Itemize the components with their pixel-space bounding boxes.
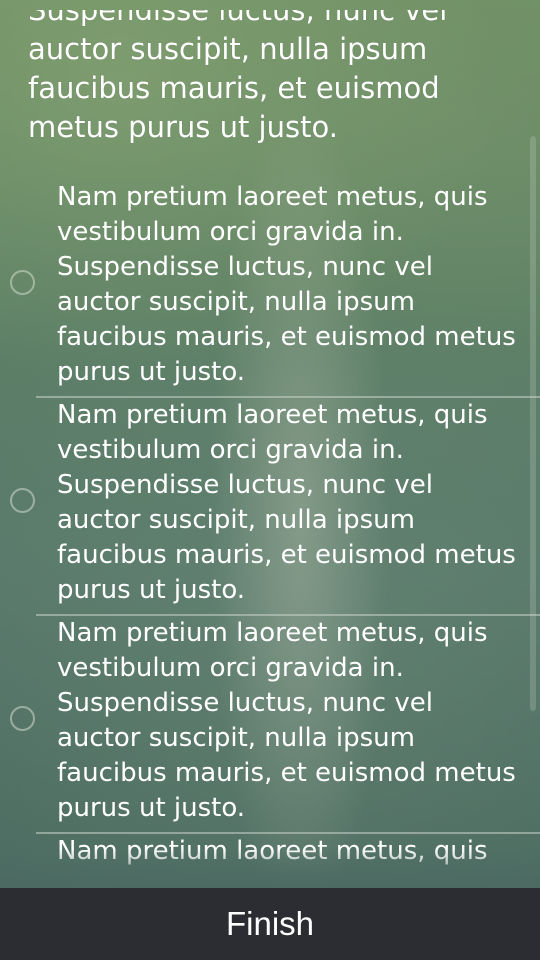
radio-button[interactable] xyxy=(10,270,35,295)
answer-options-list: Nam pretium laoreet metus, quis vestibul… xyxy=(0,180,540,888)
question-text-line: auctor suscipit, nulla ipsum xyxy=(28,32,428,66)
answer-option-1[interactable]: Nam pretium laoreet metus, quis vestibul… xyxy=(0,180,540,398)
question-text-line: faucibus mauris, et euismod xyxy=(28,71,440,105)
scroll-content[interactable]: Suspendisse luctus, nunc vel auctor susc… xyxy=(0,0,540,888)
answer-option-text: Nam pretium laoreet metus, quis vestibul… xyxy=(57,400,516,605)
scrollbar[interactable] xyxy=(530,136,536,711)
footer-bar: Finish xyxy=(0,888,540,960)
question-text-line: metus purus ut justo. xyxy=(28,110,338,144)
answer-option-text: Nam pretium laoreet metus, quis vestibul… xyxy=(57,618,516,823)
finish-button[interactable]: Finish xyxy=(186,895,354,953)
question-text: Suspendisse luctus, nunc vel auctor susc… xyxy=(28,10,518,147)
answer-option-text: Nam pretium laoreet metus, quis vestibul… xyxy=(57,182,516,387)
radio-button[interactable] xyxy=(10,488,35,513)
answer-option-2[interactable]: Nam pretium laoreet metus, quis vestibul… xyxy=(0,398,540,616)
question-text-line: Suspendisse luctus, nunc vel xyxy=(28,10,448,27)
answer-option-3[interactable]: Nam pretium laoreet metus, quis vestibul… xyxy=(0,616,540,834)
list-fade-overlay xyxy=(0,848,540,888)
radio-button[interactable] xyxy=(10,706,35,731)
